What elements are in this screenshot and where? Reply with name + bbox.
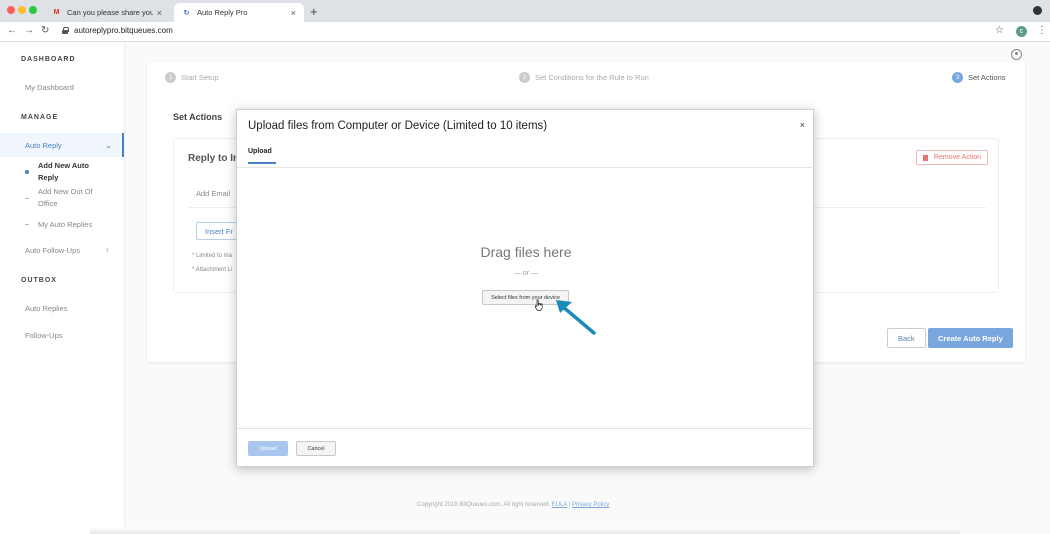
forward-arrow-icon[interactable]: → — [24, 25, 34, 36]
hand-cursor-icon — [535, 299, 543, 311]
sidebar-subitem-add-new-auto-reply[interactable]: Add New Auto Reply — [38, 160, 108, 184]
sidebar-item-auto-replies[interactable]: Auto Replies — [25, 304, 68, 313]
tab-label: Auto Reply Pro — [197, 8, 248, 17]
step-label: Set Actions — [968, 73, 1006, 82]
new-tab-button[interactable]: + — [310, 4, 318, 19]
step-set-actions[interactable]: 3 Set Actions — [952, 72, 1006, 83]
active-bullet-icon — [25, 170, 29, 174]
wizard-steps: 1 Start Setup 2 Set Conditions for the R… — [147, 72, 1025, 92]
back-arrow-icon[interactable]: ← — [7, 25, 17, 36]
eula-link[interactable]: EULA — [552, 502, 567, 508]
section-title: Set Actions — [173, 112, 223, 122]
sidebar-subitem-add-new-out-of-office[interactable]: Add New Out Of Office — [38, 186, 108, 210]
close-icon[interactable]: × — [800, 120, 805, 130]
step-label: Start Setup — [181, 73, 219, 82]
or-separator: — or — — [513, 270, 539, 277]
lock-icon — [62, 27, 69, 34]
user-account-icon[interactable] — [1011, 49, 1022, 60]
profile-avatar[interactable]: c — [1016, 26, 1027, 37]
back-button[interactable]: Back — [887, 328, 926, 348]
upload-button[interactable]: Upload — [248, 441, 288, 456]
attachment-note: * Attachment Li — [192, 267, 233, 273]
reload-icon[interactable]: ↻ — [41, 25, 49, 36]
sidebar-item-my-dashboard[interactable]: My Dashboard — [25, 83, 74, 92]
step-number: 1 — [165, 72, 176, 83]
sidebar-heading-dashboard: DASHBOARD — [21, 56, 76, 63]
trash-icon — [922, 154, 928, 161]
url-field[interactable]: autoreplypro.bitqueues.com — [62, 26, 173, 35]
browser-tab-gmail[interactable]: M Can you please share your ma × — [44, 3, 170, 22]
step-set-conditions[interactable]: 2 Set Conditions for the Rule to Run — [519, 72, 649, 83]
close-tab-icon[interactable]: × — [157, 8, 162, 18]
dash-bullet-icon — [25, 198, 29, 199]
browser-menu-icon[interactable]: ⋮ — [1037, 25, 1047, 36]
sidebar-item-auto-follow-ups[interactable]: Auto Follow-Ups — [25, 246, 80, 255]
dash-bullet-icon — [25, 224, 29, 225]
maximize-window-icon[interactable] — [29, 6, 37, 14]
gmail-icon: M — [53, 9, 60, 16]
close-tab-icon[interactable]: × — [291, 8, 296, 18]
sidebar-subitem-my-auto-replies[interactable]: My Auto Replies — [38, 219, 108, 231]
pointer-arrow-icon — [556, 300, 596, 335]
bottom-shadow — [90, 527, 960, 534]
bookmark-star-icon[interactable]: ☆ — [995, 25, 1004, 36]
action-title: Reply to In — [188, 153, 240, 164]
sidebar: DASHBOARD My Dashboard MANAGE Auto Reply… — [0, 42, 125, 534]
copyright-text: Copyright 2018 BitQueues.com, All right … — [417, 502, 551, 508]
minimize-window-icon[interactable] — [18, 6, 26, 14]
step-number: 2 — [519, 72, 530, 83]
sidebar-item-auto-reply[interactable]: Auto Reply ⌄ — [0, 133, 124, 157]
sidebar-item-follow-ups[interactable]: Follow-Ups — [25, 331, 63, 340]
privacy-policy-link[interactable]: Privacy Policy — [572, 502, 609, 508]
add-email-label: Add Email — [196, 189, 231, 198]
tab-label: Can you please share your ma — [67, 8, 153, 17]
drop-zone-text: Drag files here — [480, 244, 572, 260]
close-window-icon[interactable] — [7, 6, 15, 14]
modal-title: Upload files from Computer or Device (Li… — [248, 120, 548, 132]
remove-action-button[interactable]: Remove Action — [915, 150, 988, 165]
browser-tab-auto-reply-pro[interactable]: ↻ Auto Reply Pro × — [174, 3, 304, 22]
url-text: autoreplypro.bitqueues.com — [74, 26, 173, 35]
limit-note: * Limited to ma — [192, 253, 233, 259]
step-label: Set Conditions for the Rule to Run — [535, 73, 649, 82]
step-start-setup[interactable]: 1 Start Setup — [165, 72, 219, 83]
step-number: 3 — [952, 72, 963, 83]
browser-tab-bar: M Can you please share your ma × ↻ Auto … — [0, 0, 1050, 22]
tab-divider — [237, 167, 815, 168]
sidebar-heading-outbox: OUTBOX — [21, 277, 57, 284]
remove-action-label: Remove Action — [933, 154, 981, 161]
app-icon: ↻ — [183, 9, 190, 17]
sidebar-heading-manage: MANAGE — [21, 114, 59, 121]
cancel-button[interactable]: Cancel — [296, 441, 336, 456]
tab-upload[interactable]: Upload — [248, 148, 276, 164]
upload-modal: Upload files from Computer or Device (Li… — [236, 109, 815, 467]
address-bar: ← → ↻ autoreplypro.bitqueues.com ☆ c ⋮ — [0, 22, 1050, 42]
chevron-right-icon: › — [106, 245, 109, 254]
create-auto-reply-button[interactable]: Create Auto Reply — [928, 328, 1013, 348]
modal-footer-divider — [237, 428, 815, 429]
sidebar-item-label: Auto Reply — [25, 140, 62, 150]
chevron-down-icon: ⌄ — [105, 140, 112, 150]
chrome-account-icon[interactable] — [1033, 6, 1042, 15]
footer-separator: | — [568, 502, 571, 508]
page-footer: Copyright 2018 BitQueues.com, All right … — [417, 502, 609, 508]
